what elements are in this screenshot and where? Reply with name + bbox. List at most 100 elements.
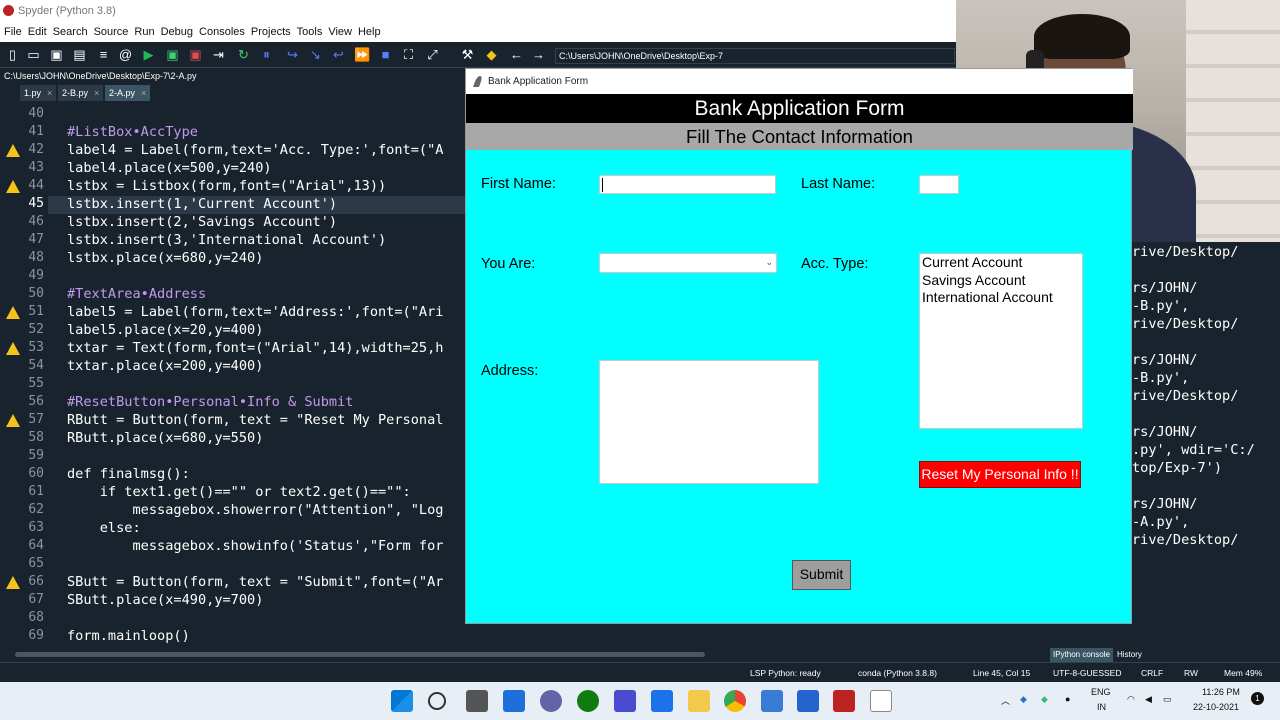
code-line[interactable]: messagebox.showerror("Attention", "Log <box>67 502 443 518</box>
spyder-taskbar-icon[interactable] <box>833 690 855 712</box>
app-icon[interactable] <box>614 690 636 712</box>
code-line[interactable]: lstbx = Listbox(form,font=("Arial",13)) <box>67 178 386 194</box>
debug-icon[interactable]: ⏸ <box>259 47 274 62</box>
acc-type-listbox[interactable]: Current Account Savings Account Internat… <box>919 253 1083 429</box>
save-all-icon[interactable]: ▤ <box>72 47 87 62</box>
code-line[interactable]: txtar.place(x=200,y=400) <box>67 358 263 374</box>
menu-item-edit[interactable]: Edit <box>28 26 47 38</box>
tab-2-a-py[interactable]: 2-A.py × <box>105 85 151 101</box>
code-line[interactable]: lstbx.place(x=680,y=240) <box>67 250 263 266</box>
code-line[interactable]: #TextArea•Address <box>67 286 206 302</box>
forward-arrow-icon[interactable]: → <box>531 47 546 62</box>
code-line[interactable]: messagebox.showinfo('Status',"Form for <box>67 538 443 554</box>
code-line[interactable]: if text1.get()=="" or text2.get()=="": <box>67 484 411 500</box>
warning-icon[interactable] <box>6 180 20 193</box>
store-icon[interactable] <box>651 690 673 712</box>
code-line[interactable]: form.mainloop() <box>67 628 190 644</box>
menu-item-debug[interactable]: Debug <box>161 26 193 38</box>
close-icon[interactable]: × <box>94 88 99 98</box>
submit-button[interactable]: Submit <box>792 560 851 590</box>
chevron-up-icon[interactable]: ︿ <box>1001 694 1010 707</box>
first-name-input[interactable] <box>599 175 776 194</box>
tab-history[interactable]: History <box>1114 648 1145 662</box>
code-line[interactable]: label4 = Label(form,text='Acc. Type:',fo… <box>67 142 443 158</box>
new-file-icon[interactable]: ▯ <box>5 47 20 62</box>
save-icon[interactable]: ▣ <box>49 47 64 62</box>
code-line[interactable]: RButt.place(x=680,y=550) <box>67 430 263 446</box>
code-line[interactable]: RButt = Button(form, text = "Reset My Pe… <box>67 412 443 428</box>
run-icon[interactable]: ▶ <box>141 47 156 62</box>
code-line[interactable]: lstbx.insert(2,'Savings Account') <box>67 214 337 230</box>
file-explorer-icon[interactable] <box>688 690 710 712</box>
code-line[interactable]: SButt.place(x=490,y=700) <box>67 592 263 608</box>
menu-item-file[interactable]: File <box>4 26 22 38</box>
step-into-icon[interactable]: ↘ <box>308 47 323 62</box>
windows-start-icon[interactable] <box>391 690 413 712</box>
warning-icon[interactable] <box>6 306 20 319</box>
menu-item-source[interactable]: Source <box>94 26 129 38</box>
working-directory-input[interactable]: C:\Users\JOHN\OneDrive\Desktop\Exp-7 <box>555 48 955 64</box>
tab-ipython-console[interactable]: IPython console <box>1050 648 1113 662</box>
microphone-icon[interactable]: ● <box>1065 694 1070 704</box>
close-icon[interactable]: × <box>141 88 146 98</box>
volume-icon[interactable]: ◀ <box>1145 694 1152 705</box>
list-item[interactable]: Current Account <box>920 254 1082 272</box>
code-line[interactable]: txtar = Text(form,font=("Arial",14),widt… <box>67 340 443 356</box>
code-line[interactable]: #ListBox•AccType <box>67 124 198 140</box>
chat-icon[interactable] <box>540 690 562 712</box>
code-line[interactable]: SButt = Button(form, text = "Submit",fon… <box>67 574 443 590</box>
clock-date[interactable]: 22-10-2021 <box>1193 702 1239 712</box>
menu-item-tools[interactable]: Tools <box>297 26 323 38</box>
warning-icon[interactable] <box>6 414 20 427</box>
clock-time[interactable]: 11:26 PM <box>1202 687 1240 697</box>
run-cell-icon[interactable]: ▣ <box>165 47 180 62</box>
preferences-wrench-icon[interactable]: ⚒ <box>460 47 475 62</box>
address-textarea[interactable] <box>599 360 819 484</box>
bluetooth-icon[interactable]: ◆ <box>1020 694 1027 705</box>
menu-item-projects[interactable]: Projects <box>251 26 291 38</box>
list-item[interactable]: Savings Account <box>920 272 1082 290</box>
list-item[interactable]: International Account <box>920 289 1082 307</box>
chrome-icon[interactable] <box>724 690 746 712</box>
run-cell-advance-icon[interactable]: ▣ <box>188 47 203 62</box>
step-icon[interactable]: ↪ <box>285 47 300 62</box>
tab-1-py[interactable]: 1.py × <box>20 85 57 101</box>
menu-item-run[interactable]: Run <box>134 26 154 38</box>
open-file-icon[interactable]: ▭ <box>26 47 41 62</box>
maximize-pane-icon[interactable]: ⛶ <box>401 47 416 62</box>
warning-icon[interactable] <box>6 576 20 589</box>
task-view-icon[interactable] <box>466 690 488 712</box>
stop-icon[interactable]: ■ <box>378 47 393 62</box>
scrollbar-thumb[interactable] <box>15 652 705 657</box>
todo-icon[interactable] <box>797 690 819 712</box>
code-line[interactable]: else: <box>67 520 141 536</box>
security-icon[interactable]: ◆ <box>1041 694 1048 705</box>
editor-horizontal-scrollbar[interactable] <box>10 650 895 658</box>
code-line[interactable]: label5 = Label(form,text='Address:',font… <box>67 304 443 320</box>
warning-icon[interactable] <box>6 144 20 157</box>
menu-item-consoles[interactable]: Consoles <box>199 26 245 38</box>
step-return-icon[interactable]: ↩ <box>331 47 346 62</box>
reset-button[interactable]: Reset My Personal Info !! <box>919 461 1081 488</box>
menu-item-view[interactable]: View <box>328 26 352 38</box>
wifi-icon[interactable]: ◠ <box>1127 694 1135 705</box>
run-selection-icon[interactable]: ⇥ <box>211 47 226 62</box>
language-indicator[interactable]: ENG <box>1091 687 1111 697</box>
battery-icon[interactable]: ▭ <box>1163 694 1172 705</box>
python-taskbar-icon[interactable] <box>870 690 892 712</box>
back-arrow-icon[interactable]: ← <box>509 47 524 62</box>
xbox-icon[interactable] <box>577 690 599 712</box>
notification-badge[interactable]: 1 <box>1251 692 1264 705</box>
continue-icon[interactable]: ⏩ <box>354 47 370 62</box>
warning-icon[interactable] <box>6 342 20 355</box>
close-icon[interactable]: × <box>47 88 52 98</box>
code-line[interactable]: lstbx.insert(3,'International Account') <box>67 232 386 248</box>
list-icon[interactable]: ≡ <box>96 47 111 62</box>
fullscreen-icon[interactable]: ⤢ <box>425 47 440 62</box>
menu-item-help[interactable]: Help <box>358 26 381 38</box>
code-line[interactable]: lstbx.insert(1,'Current Account') <box>67 196 337 212</box>
you-are-select[interactable]: ⌄ <box>599 253 777 273</box>
last-name-input[interactable] <box>919 175 959 194</box>
code-line[interactable]: label5.place(x=20,y=400) <box>67 322 263 338</box>
form-window-titlebar[interactable]: Bank Application Form <box>466 69 1133 94</box>
